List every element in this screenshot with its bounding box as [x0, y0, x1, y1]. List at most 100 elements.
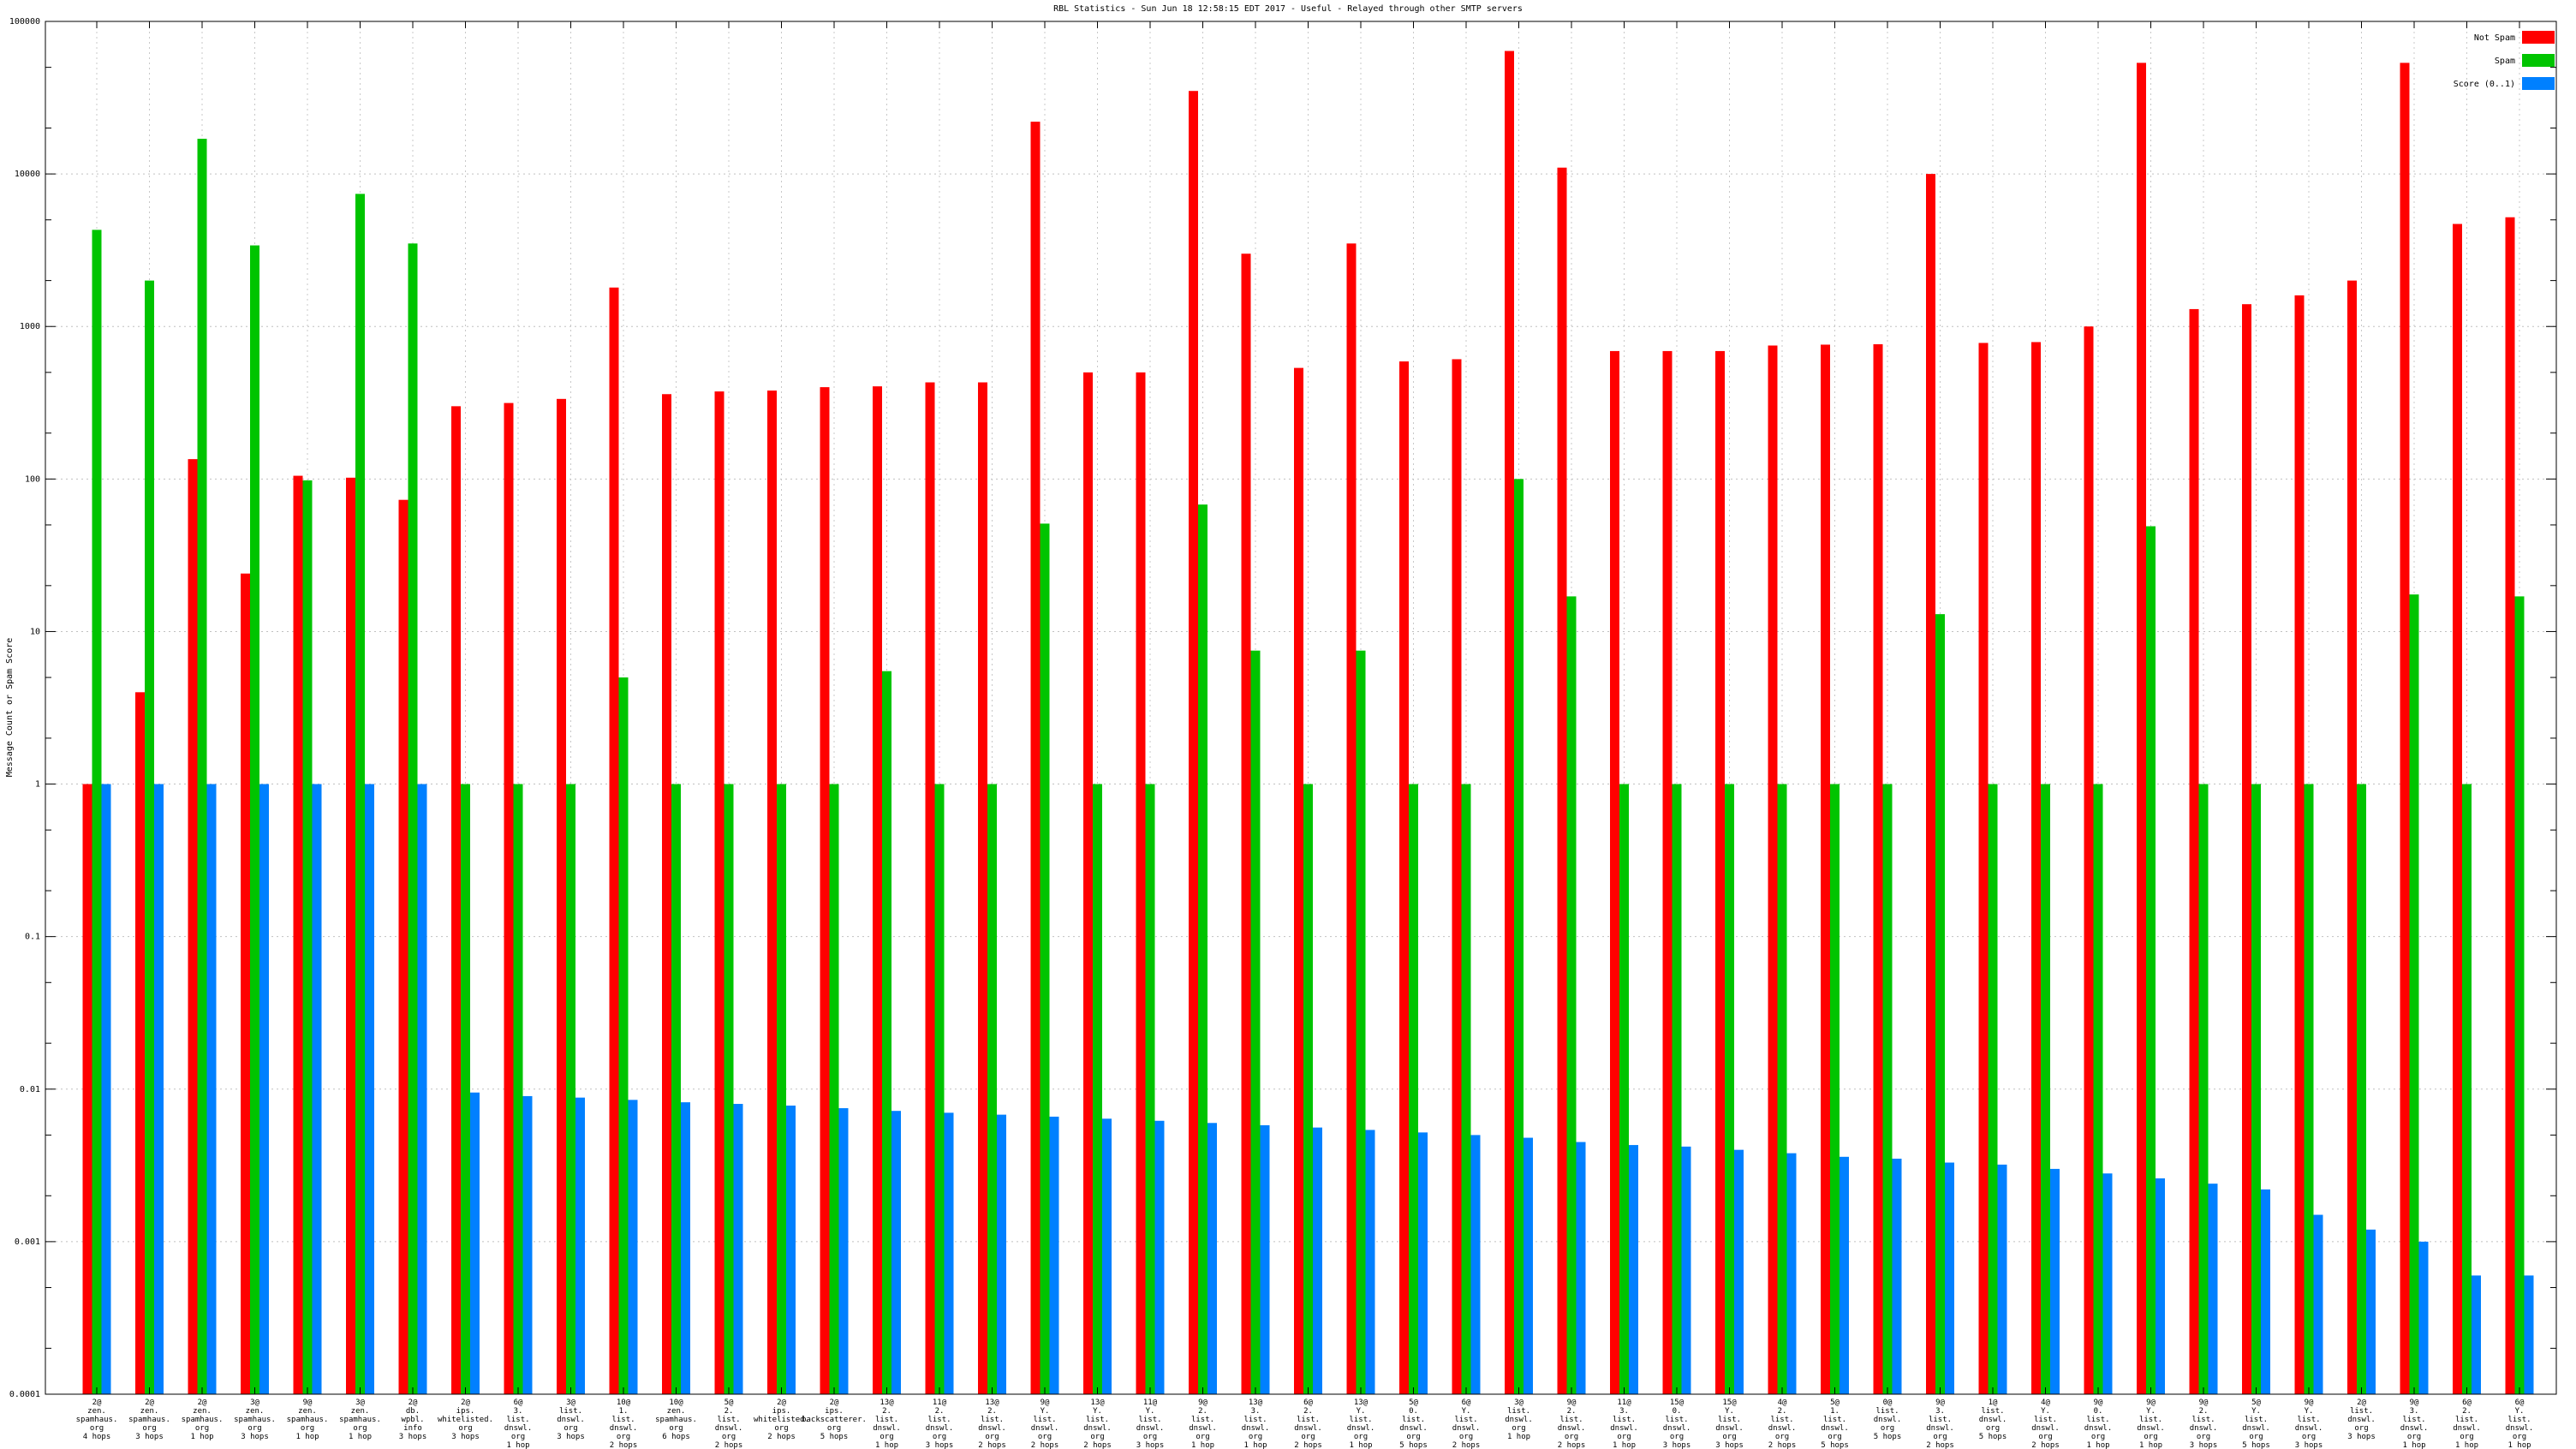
- y-tick-label: 10: [30, 627, 40, 636]
- x-tick-label: list.: [506, 1416, 529, 1424]
- x-tick-label: list.: [1349, 1416, 1372, 1424]
- y-tick-label: 0.001: [15, 1237, 40, 1247]
- x-tick-label: list.: [981, 1416, 1004, 1424]
- bar-not-spam: [1715, 351, 1725, 1394]
- bar-spam: [1357, 651, 1366, 1394]
- x-tick-label: org: [2460, 1433, 2473, 1441]
- x-tick-label: org: [1459, 1433, 1473, 1441]
- x-tick-label: Y.: [1725, 1407, 1734, 1416]
- x-tick-label: 2 hops: [715, 1441, 743, 1449]
- bar-not-spam: [2400, 63, 2410, 1394]
- x-tick-label: dnswl.: [1821, 1424, 1849, 1433]
- legend: Not Spam Spam Score (0..1): [2454, 31, 2555, 90]
- bar-spam: [2515, 596, 2525, 1394]
- x-tick-label: org: [1196, 1433, 1209, 1441]
- x-tick-label: org: [1038, 1433, 1052, 1441]
- x-tick-label: 0.: [2094, 1407, 2103, 1416]
- legend-swatch-spam: [2522, 54, 2555, 67]
- bar-spam: [2410, 594, 2419, 1394]
- x-tick-label: org: [1775, 1433, 1789, 1441]
- x-tick-label: 3 hops: [2347, 1433, 2376, 1441]
- bar-spam: [2357, 784, 2366, 1394]
- x-tick-label: 9@: [1935, 1398, 1945, 1407]
- bar-spam: [461, 784, 470, 1394]
- x-tick-label: 11@: [1617, 1398, 1631, 1407]
- x-tick-label: list.: [1875, 1407, 1899, 1416]
- x-tick-label: Y.: [1146, 1407, 1155, 1416]
- x-tick-label: list.: [2245, 1416, 2268, 1424]
- bar-not-spam: [715, 391, 724, 1394]
- bar-not-spam: [2506, 218, 2515, 1394]
- x-tick-label: 1 hop: [2139, 1441, 2162, 1449]
- bar-spam: [92, 230, 102, 1394]
- x-tick-label: 2 hops: [1558, 1441, 1586, 1449]
- x-tick-label: org: [1565, 1433, 1578, 1441]
- y-axis-label: Message Count or Spam Score: [5, 638, 15, 778]
- y-tick-label: 1: [35, 780, 40, 790]
- bar-spam: [1673, 784, 1682, 1394]
- x-tick-label: 2@: [461, 1398, 470, 1407]
- bar-spam: [1251, 651, 1261, 1394]
- x-tick-label: dnswl.: [2506, 1424, 2534, 1433]
- x-tick-label: list.: [2350, 1407, 2373, 1416]
- x-tick-label: list.: [2507, 1416, 2531, 1424]
- x-tick-label: 15@: [1722, 1398, 1737, 1407]
- x-tick-label: dnswl.: [1294, 1424, 1322, 1433]
- x-tick-label: 3 hops: [1136, 1441, 1165, 1449]
- bar-spam: [987, 784, 997, 1394]
- bar-spam: [408, 243, 418, 1394]
- bar-score: [1471, 1135, 1481, 1394]
- x-tick-label: dnswl.: [1979, 1416, 2007, 1424]
- bar-not-spam: [504, 403, 514, 1394]
- x-tick-label: 1 hop: [190, 1433, 213, 1441]
- x-tick-label: 1 hop: [1191, 1441, 1214, 1449]
- x-tick-label: dnswl.: [1452, 1424, 1481, 1433]
- rbl-statistics-chart: RBL Statistics - Sun Jun 18 12:58:15 EDT…: [0, 0, 2576, 1449]
- bar-score: [1155, 1121, 1165, 1394]
- bar-spam: [2146, 527, 2156, 1394]
- legend-label-not-spam: Not Spam: [2474, 33, 2515, 43]
- bar-spam: [777, 784, 786, 1394]
- bar-spam: [935, 784, 945, 1394]
- bar-not-spam: [1610, 351, 1619, 1394]
- bar-spam: [2041, 784, 2050, 1394]
- bar-spam: [1619, 784, 1629, 1394]
- bar-spam: [1041, 523, 1050, 1394]
- x-tick-label: backscatterer.: [802, 1416, 867, 1424]
- gnuplot-page: RBL Statistics - Sun Jun 18 12:58:15 EDT…: [0, 0, 2576, 1449]
- bar-score: [1734, 1150, 1744, 1394]
- x-tick-label: 3@: [566, 1398, 575, 1407]
- x-tick-label: org: [353, 1424, 367, 1433]
- x-tick-label: list.: [1559, 1416, 1583, 1424]
- x-tick-label: list.: [1191, 1416, 1214, 1424]
- x-tick-label: 1 hop: [1613, 1441, 1636, 1449]
- bar-not-spam: [1294, 368, 1303, 1394]
- bar-spam: [619, 677, 629, 1394]
- x-tick-label: list.: [1507, 1407, 1530, 1416]
- x-tick-label: dnswl.: [978, 1424, 1006, 1433]
- bar-not-spam: [1242, 253, 1251, 1394]
- bar-not-spam: [188, 459, 198, 1394]
- bar-score: [997, 1115, 1006, 1394]
- x-tick-label: dnswl.: [1399, 1424, 1428, 1433]
- x-tick-label: db.: [406, 1407, 420, 1416]
- bar-score: [681, 1102, 690, 1394]
- x-tick-label: dnswl.: [1242, 1424, 1270, 1433]
- y-tick-label: 100: [25, 474, 40, 484]
- x-tick-label: list.: [2034, 1416, 2057, 1424]
- x-tick-label: 3@: [1514, 1398, 1524, 1407]
- x-tick-label: dnswl.: [2347, 1416, 2376, 1424]
- x-tick-label: 2 hops: [2031, 1441, 2060, 1449]
- x-tick-label: list.: [1665, 1416, 1688, 1424]
- x-tick-label: 2.: [2462, 1407, 2472, 1416]
- x-tick-label: 6@: [2515, 1398, 2525, 1407]
- x-tick-label: dnswl.: [1610, 1424, 1638, 1433]
- x-tick-label: 2 hops: [1031, 1441, 1059, 1449]
- x-tick-label: 5@: [2251, 1398, 2261, 1407]
- x-tick-label: 9@: [1041, 1398, 1050, 1407]
- x-tick-label: org: [1670, 1433, 1684, 1441]
- x-tick-label: list.: [1297, 1416, 1320, 1424]
- bar-not-spam: [767, 391, 777, 1394]
- bar-score: [2419, 1242, 2429, 1394]
- x-tick-label: dnswl.: [926, 1424, 954, 1433]
